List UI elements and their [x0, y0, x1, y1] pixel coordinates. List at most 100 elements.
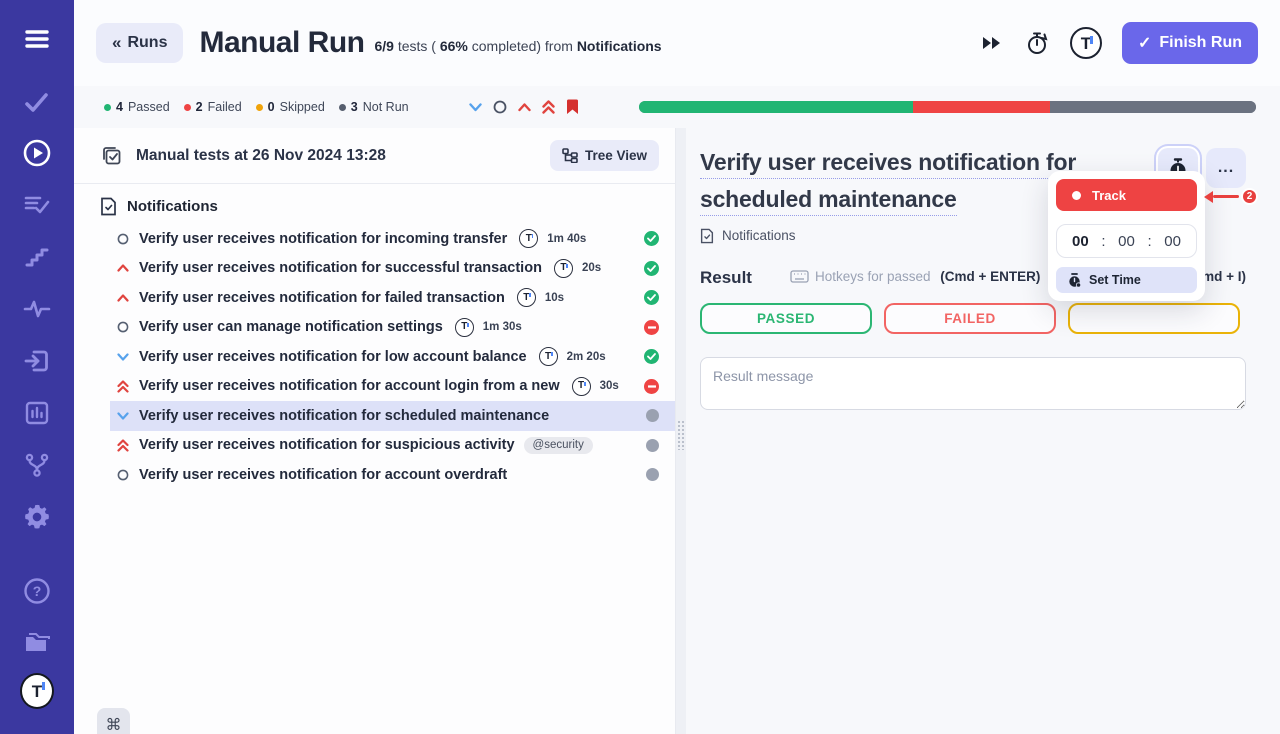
drag-dots-icon	[677, 420, 685, 450]
automation-logo-icon: T	[539, 347, 558, 366]
test-duration: 30s	[600, 380, 619, 392]
progress-not-run-segment	[1050, 101, 1256, 113]
test-row[interactable]: Verify user receives notification for su…	[110, 431, 675, 461]
timer-minutes: 00	[1118, 233, 1135, 250]
skipped-button[interactable]	[1068, 303, 1240, 334]
keyboard-icon	[790, 270, 809, 283]
automation-logo-icon: T	[572, 377, 591, 396]
steps-icon[interactable]	[20, 240, 54, 274]
stat-passed: 4 Passed	[104, 100, 170, 114]
priority-filters	[469, 99, 579, 115]
passed-button[interactable]: PASSED	[700, 303, 872, 334]
chevron-down-icon[interactable]	[469, 103, 482, 112]
runs-icon[interactable]	[20, 136, 54, 170]
status-passed-icon	[644, 290, 659, 305]
hotkeys-hint: Hotkeys for passed (Cmd + ENTER) , faile…	[790, 269, 1090, 284]
fast-forward-icon[interactable]	[980, 34, 1004, 52]
completed-percent: 66%	[440, 38, 468, 54]
test-duration: 2m 20s	[567, 351, 606, 363]
automation-logo-icon: T	[519, 229, 538, 248]
hotkeys-hint-fragment: md + I)	[1202, 269, 1246, 284]
app-logo-icon[interactable]: T	[20, 674, 54, 708]
menu-icon[interactable]	[20, 22, 54, 56]
suite-folder-row[interactable]: Notifications	[74, 184, 675, 224]
checklist-icon	[102, 146, 122, 166]
status-passed-icon	[644, 231, 659, 246]
sidebar: ? T	[0, 0, 74, 734]
automation-logo-icon: T	[455, 318, 474, 337]
test-row[interactable]: Verify user receives notification for su…	[110, 254, 675, 284]
priority-normal-icon	[116, 233, 130, 245]
status-passed-icon	[644, 261, 659, 276]
double-chevron-up-icon[interactable]	[542, 100, 555, 114]
test-row-selected[interactable]: Verify user receives notification for sc…	[110, 401, 675, 431]
priority-critical-icon	[116, 380, 130, 393]
failed-button[interactable]: FAILED	[884, 303, 1056, 334]
retry-timer-icon[interactable]	[1024, 29, 1050, 57]
priority-normal-icon	[116, 321, 130, 333]
test-list-header: Manual tests at 26 Nov 2024 13:28 Tree V…	[74, 128, 675, 184]
test-row[interactable]: Verify user receives notification for fa…	[110, 283, 675, 313]
run-subtitle: 6/9 tests ( 66% completed) from Notifica…	[374, 38, 661, 54]
finish-run-button[interactable]: ✓ Finish Run	[1122, 22, 1258, 64]
annotation-badge: 2	[1241, 188, 1258, 205]
import-icon[interactable]	[20, 344, 54, 378]
help-icon[interactable]: ?	[20, 574, 54, 608]
timer-hours: 00	[1072, 233, 1089, 250]
document-icon	[100, 197, 117, 216]
tests-count: 6/9	[374, 38, 393, 54]
annotation-arrow: 2	[1204, 188, 1258, 205]
status-passed-icon	[644, 349, 659, 364]
test-row[interactable]: Verify user can manage notification sett…	[110, 313, 675, 343]
circle-priority-icon[interactable]	[493, 100, 507, 114]
test-row[interactable]: Verify user receives notification for ac…	[110, 372, 675, 402]
priority-low-icon	[116, 353, 130, 361]
status-not-run-icon	[646, 409, 659, 422]
passed-dot-icon	[104, 104, 111, 111]
track-button[interactable]: Track	[1056, 179, 1197, 211]
checks-icon[interactable]	[20, 86, 54, 120]
double-chevron-left-icon: «	[112, 33, 119, 53]
document-icon	[700, 228, 714, 244]
test-row[interactable]: Verify user receives notification for ac…	[110, 460, 675, 490]
ellipsis-icon: ...	[1218, 165, 1234, 171]
settings-icon[interactable]	[20, 500, 54, 534]
test-row[interactable]: Verify user receives notification for in…	[110, 224, 675, 254]
stat-skipped: 0 Skipped	[256, 100, 325, 114]
status-not-run-icon	[646, 439, 659, 452]
test-row[interactable]: Verify user receives notification for lo…	[110, 342, 675, 372]
test-duration: 10s	[545, 292, 564, 304]
projects-folder-icon[interactable]	[20, 626, 54, 660]
pulse-icon[interactable]	[20, 292, 54, 326]
command-shortcut-button[interactable]: ⌘	[97, 708, 130, 734]
suite-folder-name: Notifications	[127, 198, 218, 215]
skipped-dot-icon	[256, 104, 263, 111]
set-time-button[interactable]: Set Time	[1056, 267, 1197, 293]
top-bar: « Runs Manual Run 6/9 tests ( 66% comple…	[74, 0, 1280, 86]
status-bar: 4 Passed 2 Failed 0 Skipped 3 Not Run	[74, 86, 1280, 128]
arrow-left-icon	[1204, 191, 1213, 203]
run-progress-bar	[639, 101, 1256, 113]
stat-failed: 2 Failed	[184, 100, 242, 114]
more-options-button[interactable]: ...	[1206, 148, 1246, 188]
test-list-panel: Manual tests at 26 Nov 2024 13:28 Tree V…	[74, 128, 676, 734]
priority-high-icon	[116, 264, 130, 272]
bookmark-icon[interactable]	[566, 99, 579, 115]
back-to-runs-button[interactable]: « Runs	[96, 23, 183, 63]
result-buttons: PASSED FAILED	[700, 303, 1246, 334]
brand-logo-icon[interactable]: T	[1070, 27, 1102, 59]
test-tag: @security	[524, 437, 593, 454]
test-plans-icon[interactable]	[20, 188, 54, 222]
page-title: Manual Run	[199, 26, 364, 60]
timer-display[interactable]: 00 : 00 : 00	[1056, 224, 1197, 258]
tree-view-button[interactable]: Tree View	[550, 140, 659, 171]
analytics-icon[interactable]	[20, 396, 54, 430]
status-not-run-icon	[646, 468, 659, 481]
panel-resize-handle[interactable]	[676, 128, 686, 734]
progress-passed-segment	[639, 101, 914, 113]
set-time-icon	[1068, 273, 1081, 288]
chevron-up-icon[interactable]	[518, 103, 531, 112]
test-duration: 20s	[582, 262, 601, 274]
result-message-input[interactable]	[700, 357, 1246, 410]
branches-icon[interactable]	[20, 448, 54, 482]
